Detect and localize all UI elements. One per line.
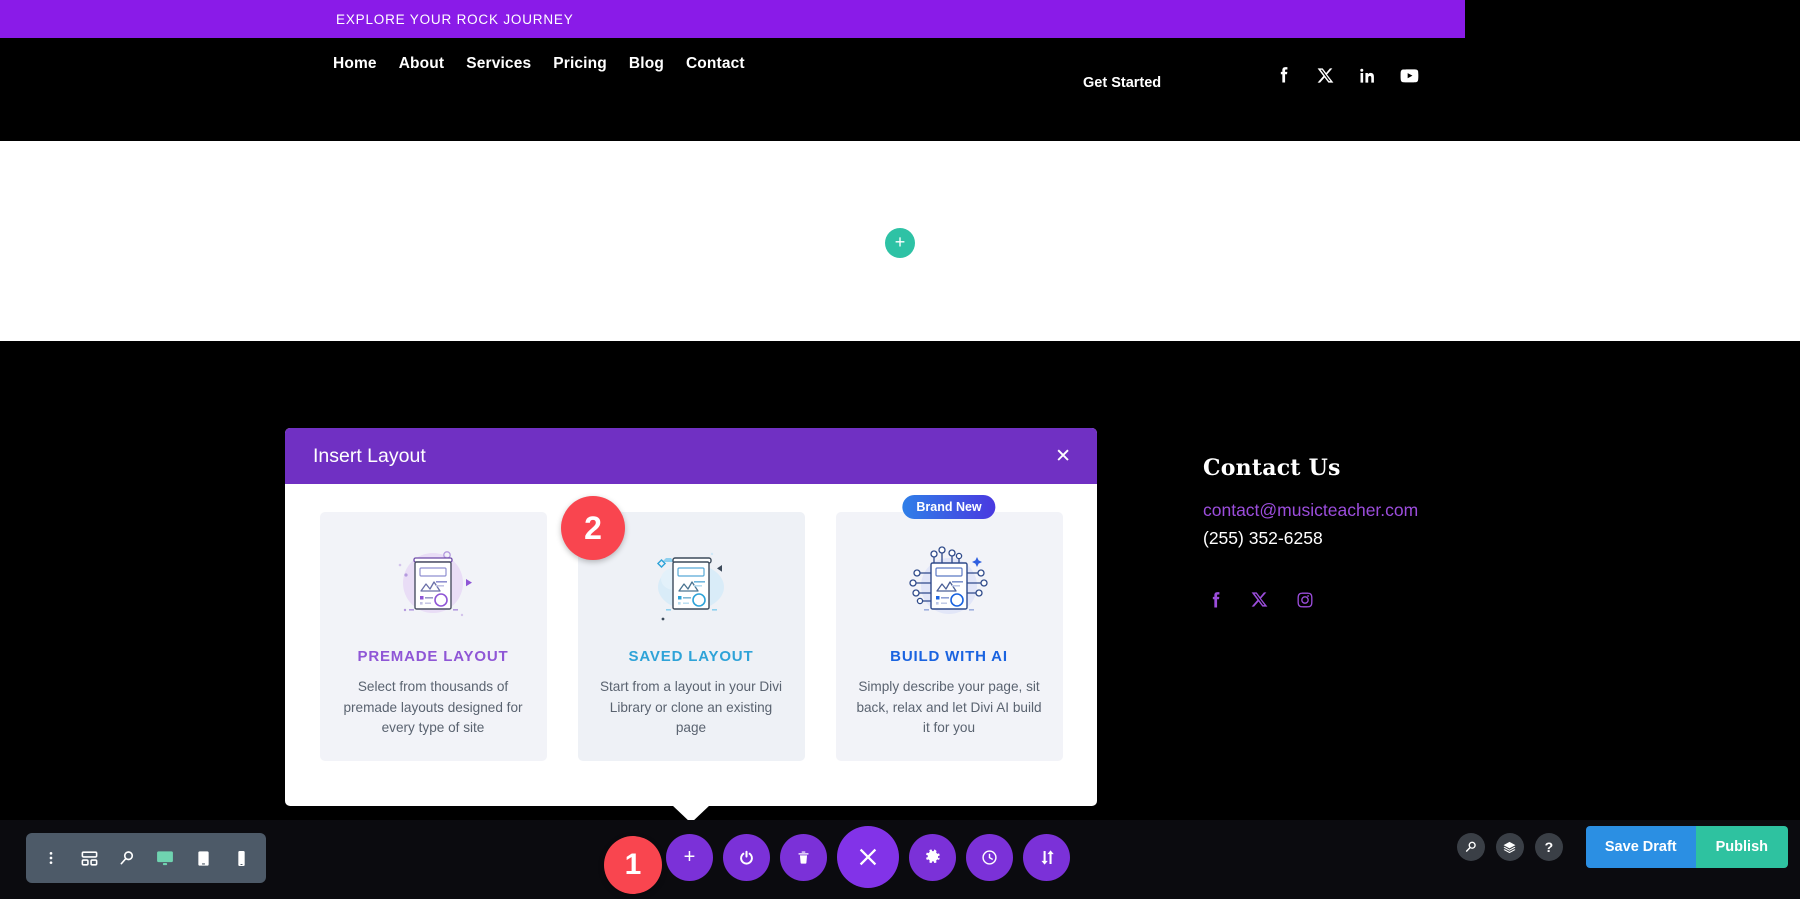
search-icon[interactable] [1456,833,1485,861]
save-publish-group: Save Draft Publish [1585,826,1788,868]
nav-social-links [1272,64,1420,86]
youtube-icon[interactable] [1398,64,1420,86]
plus-glyph: + [683,846,696,868]
nav-item-home[interactable]: Home [333,55,377,73]
option-description-saved-layout: Start from a layout in your Divi Library… [599,679,783,736]
contact-social-links [1203,588,1418,611]
announcement-text: EXPLORE YOUR ROCK JOURNEY [336,11,574,27]
announcement-bar: EXPLORE YOUR ROCK JOURNEY [0,0,1465,38]
x-twitter-icon[interactable] [1248,588,1271,611]
saved-layout-illustration [596,538,787,634]
step-badge-1: 1 [604,836,662,894]
build-with-ai-illustration [854,538,1045,634]
contact-phone: (255) 352-6258 [1203,528,1323,548]
help-icon[interactable]: ? [1534,833,1563,861]
nav-item-blog[interactable]: Blog [629,55,664,73]
nav-item-about[interactable]: About [399,55,445,73]
contact-block: Contact Us contact@musicteacher.com (255… [1203,455,1418,611]
trash-icon[interactable] [780,833,827,881]
desktop-view-icon[interactable] [146,833,184,883]
option-card-premade-layout[interactable]: PREMADE LAYOUT Select from thousands of … [319,512,547,761]
settings-gear-icon[interactable] [909,833,956,881]
history-clock-icon[interactable] [966,833,1013,881]
builder-action-toolbar: + [598,826,1070,888]
modal-title: Insert Layout [313,444,426,467]
page-root: EXPLORE YOUR ROCK JOURNEY Home About Ser… [0,0,1800,899]
nav-item-pricing[interactable]: Pricing [553,55,607,73]
close-icon[interactable]: ✕ [1055,447,1071,466]
tablet-view-icon[interactable] [184,833,222,883]
add-section-icon[interactable]: + [885,228,915,258]
contact-email-link[interactable]: contact@musicteacher.com [1203,500,1418,521]
portability-icon[interactable] [1023,833,1070,881]
more-options-icon[interactable] [32,833,70,883]
step-badge-2-number: 2 [584,509,602,546]
facebook-icon[interactable] [1203,588,1226,611]
layers-icon[interactable] [1495,833,1524,861]
add-section-icon[interactable]: + [666,833,713,881]
facebook-icon[interactable] [1272,64,1294,86]
modal-body: PREMADE LAYOUT Select from thousands of … [285,484,1097,791]
zoom-out-view-icon[interactable] [108,833,146,883]
contact-title: Contact Us [1203,455,1341,481]
wireframe-view-icon[interactable] [70,833,108,883]
option-title-saved-layout: SAVED LAYOUT [628,648,754,665]
x-twitter-icon[interactable] [1314,64,1336,86]
option-title-build-with-ai: BUILD WITH AI [890,648,1008,665]
publish-button[interactable]: Publish [1695,826,1788,868]
save-draft-button[interactable]: Save Draft [1585,826,1696,868]
builder-right-toolbar: ? Save Draft Publish [1456,826,1788,868]
site-navigation: Home About Services Pricing Blog Contact… [0,38,1800,141]
plus-glyph: + [894,232,906,252]
nav-item-services[interactable]: Services [466,55,531,73]
announcement-bar-gap [1465,0,1800,38]
insert-layout-modal: Insert Layout ✕ PREMADE LAYOUT Select fr… [285,428,1097,823]
phone-view-icon[interactable] [222,833,260,883]
option-description-build-with-ai: Simply describe your page, sit back, rel… [856,679,1042,736]
power-toggle-icon[interactable] [723,833,770,881]
builder-view-toolbar [26,833,266,883]
step-badge-2: 2 [561,496,625,560]
instagram-icon[interactable] [1293,588,1316,611]
modal-header: Insert Layout ✕ [285,428,1097,484]
nav-links: Home About Services Pricing Blog Contact [333,55,745,73]
close-builder-icon[interactable] [837,826,899,888]
premade-layout-illustration [338,538,529,634]
option-description-premade-layout: Select from thousands of premade layouts… [343,679,523,736]
help-glyph: ? [1544,839,1554,855]
get-started-button[interactable]: Get Started [1083,75,1161,91]
step-badge-1-number: 1 [624,848,642,881]
option-title-premade-layout: PREMADE LAYOUT [357,648,509,665]
nav-item-contact[interactable]: Contact [686,55,745,73]
option-card-build-with-ai[interactable]: Brand New BUILD WITH AI Simply describe … [835,495,1063,761]
linkedin-icon[interactable] [1356,64,1378,86]
brand-new-badge: Brand New [902,495,996,519]
